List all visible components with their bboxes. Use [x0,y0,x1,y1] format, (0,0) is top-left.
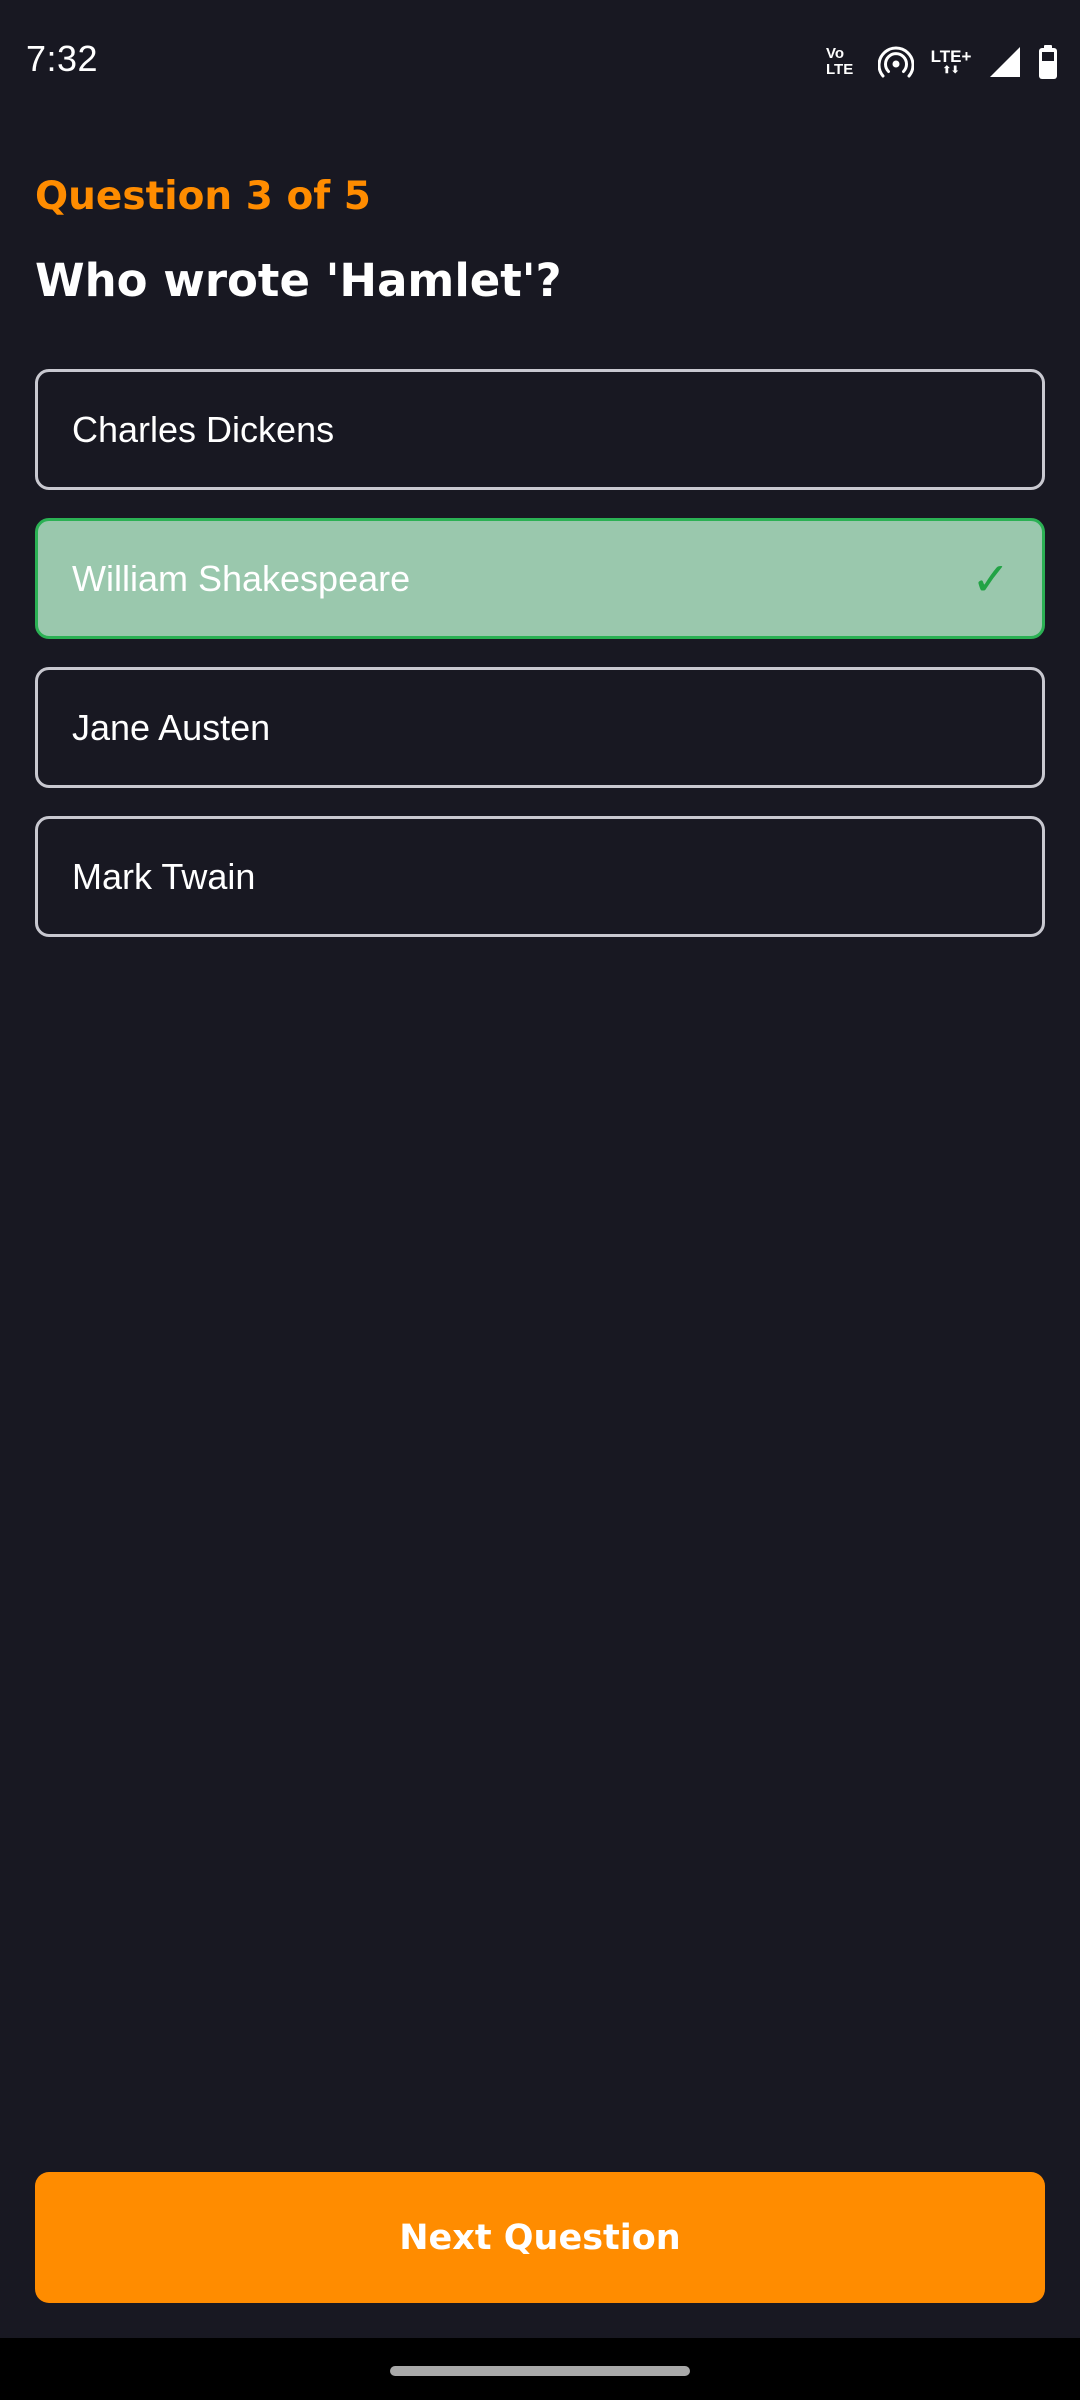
question-progress: Question 3 of 5 [35,174,371,219]
home-indicator[interactable] [390,2366,690,2376]
battery-icon [1039,45,1057,79]
status-time: 7:32 [26,38,99,79]
check-icon: ✓ [971,551,1010,606]
navigation-bar [0,2338,1080,2400]
signal-icon [990,47,1020,77]
answer-option-mark-twain[interactable]: Mark Twain [35,816,1045,937]
answer-option-label: Charles Dickens [72,408,335,450]
volte-line2: LTE [826,61,854,78]
status-icons: Vo LTE LTE+ ⬆⬇ [826,40,1058,84]
answer-option-label: Jane Austen [72,706,271,748]
next-question-button[interactable]: Next Question [35,2172,1045,2303]
question-text: Who wrote 'Hamlet'? [35,254,562,307]
answer-options: Charles Dickens William Shakespeare ✓ Ja… [35,369,1045,965]
quiz-screen: 7:32 Vo LTE LTE+ ⬆⬇ Question 3 of 5 Who … [0,0,1080,2400]
answer-option-label: William Shakespeare [72,557,411,599]
status-bar: 7:32 Vo LTE LTE+ ⬆⬇ [0,0,1080,120]
answer-option-label: Mark Twain [72,855,256,897]
answer-option-jane-austen[interactable]: Jane Austen [35,667,1045,788]
answer-option-charles-dickens[interactable]: Charles Dickens [35,369,1045,490]
volte-line1: Vo [826,45,845,62]
hotspot-icon [878,46,914,78]
volte-icon: Vo LTE [826,46,862,78]
lte-label: LTE+ [930,47,972,66]
answer-option-william-shakespeare[interactable]: William Shakespeare ✓ [35,518,1045,639]
lte-arrows: ⬆⬇ [942,65,960,76]
lte-plus-icon: LTE+ ⬆⬇ [930,48,972,76]
